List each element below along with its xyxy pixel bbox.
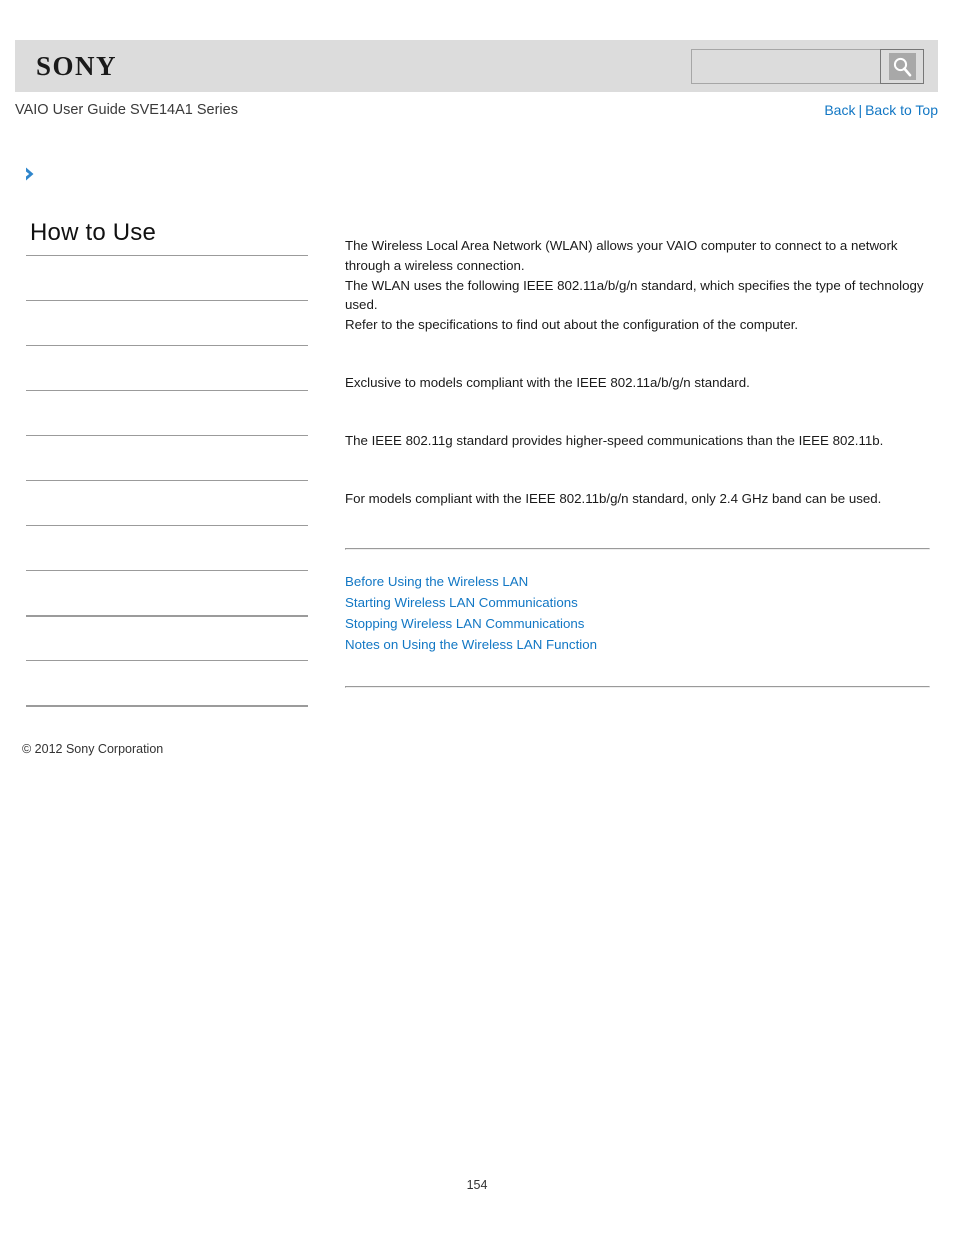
sidebar-item-3[interactable]: [26, 390, 308, 435]
note-paragraph-3-block: For models compliant with the IEEE 802.1…: [345, 489, 928, 509]
list-item: Starting Wireless LAN Communications: [345, 592, 928, 613]
back-link[interactable]: Back: [824, 102, 855, 118]
chevron-right-icon: [24, 166, 38, 182]
note-paragraph-2: The IEEE 802.11g standard provides highe…: [345, 432, 884, 448]
title-bar: VAIO User Guide SVE14A1 Series Back | Back…: [15, 100, 938, 122]
sidebar-item-8[interactable]: [26, 615, 308, 660]
sidebar-heading: How to Use: [30, 219, 157, 246]
related-link-2[interactable]: Stopping Wireless LAN Communications: [345, 616, 584, 631]
page-title: VAIO User Guide SVE14A1 Series: [15, 102, 238, 118]
related-link-1[interactable]: Starting Wireless LAN Communications: [345, 595, 578, 610]
sidebar-item-2[interactable]: [26, 345, 308, 390]
list-item: Notes on Using the Wireless LAN Function: [345, 634, 928, 655]
note-paragraph-1: Exclusive to models compliant with the I…: [345, 374, 750, 390]
list-item: Stopping Wireless LAN Communications: [345, 613, 928, 634]
intro-paragraph-line-1: The Wireless Local Area Network (WLAN) a…: [345, 238, 898, 273]
related-topics-top-divider: [345, 548, 930, 550]
search-input[interactable]: [691, 49, 880, 84]
note-paragraph-1-block: Exclusive to models compliant with the I…: [345, 373, 928, 393]
related-topics-bottom-divider: [345, 686, 930, 688]
search-icon: [888, 53, 916, 80]
note-paragraph-2-block: The IEEE 802.11g standard provides highe…: [345, 431, 928, 451]
note-paragraph-3: For models compliant with the IEEE 802.1…: [345, 490, 882, 506]
sidebar-item-6[interactable]: [26, 525, 308, 570]
intro-paragraph-line-3: Refer to the specifications to find out …: [345, 317, 799, 333]
related-link-0[interactable]: Before Using the Wireless LAN: [345, 574, 528, 589]
copyright-notice: © 2012 Sony Corporation: [22, 742, 164, 756]
sidebar-list: [26, 255, 308, 707]
header-navigation: Back | Back to Top: [824, 100, 938, 120]
search-button[interactable]: [880, 49, 924, 84]
page-number: 154: [466, 1178, 488, 1192]
back-to-top-link[interactable]: Back to Top: [865, 102, 938, 118]
sidebar-item-4[interactable]: [26, 435, 308, 480]
sidebar-item-9[interactable]: [26, 660, 308, 705]
list-item: Before Using the Wireless LAN: [345, 571, 928, 592]
intro-paragraph-block: The Wireless Local Area Network (WLAN) a…: [345, 236, 928, 335]
related-link-3[interactable]: Notes on Using the Wireless LAN Function: [345, 637, 597, 652]
sidebar-item-0[interactable]: [26, 255, 308, 300]
main-content: The Wireless Local Area Network (WLAN) a…: [345, 236, 928, 546]
sidebar-item-7[interactable]: [26, 570, 308, 615]
search-area: [691, 49, 924, 84]
nav-separator: |: [858, 102, 863, 118]
site-header: SONY: [15, 40, 938, 92]
intro-paragraph-line-2: The WLAN uses the following IEEE 802.11a…: [345, 277, 924, 313]
sony-logo: SONY: [36, 51, 118, 81]
sidebar: How to Use: [26, 218, 308, 707]
breadcrumb: [24, 163, 38, 185]
sidebar-list-end-rule: [26, 705, 308, 707]
related-links: Before Using the Wireless LAN Starting W…: [345, 571, 928, 655]
related-topics-list: Before Using the Wireless LAN Starting W…: [345, 571, 928, 655]
sidebar-item-1[interactable]: [26, 300, 308, 345]
sidebar-item-5[interactable]: [26, 480, 308, 525]
document-page: SONY VAIO User Guide SVE14A1 Series Back…: [0, 0, 954, 1235]
